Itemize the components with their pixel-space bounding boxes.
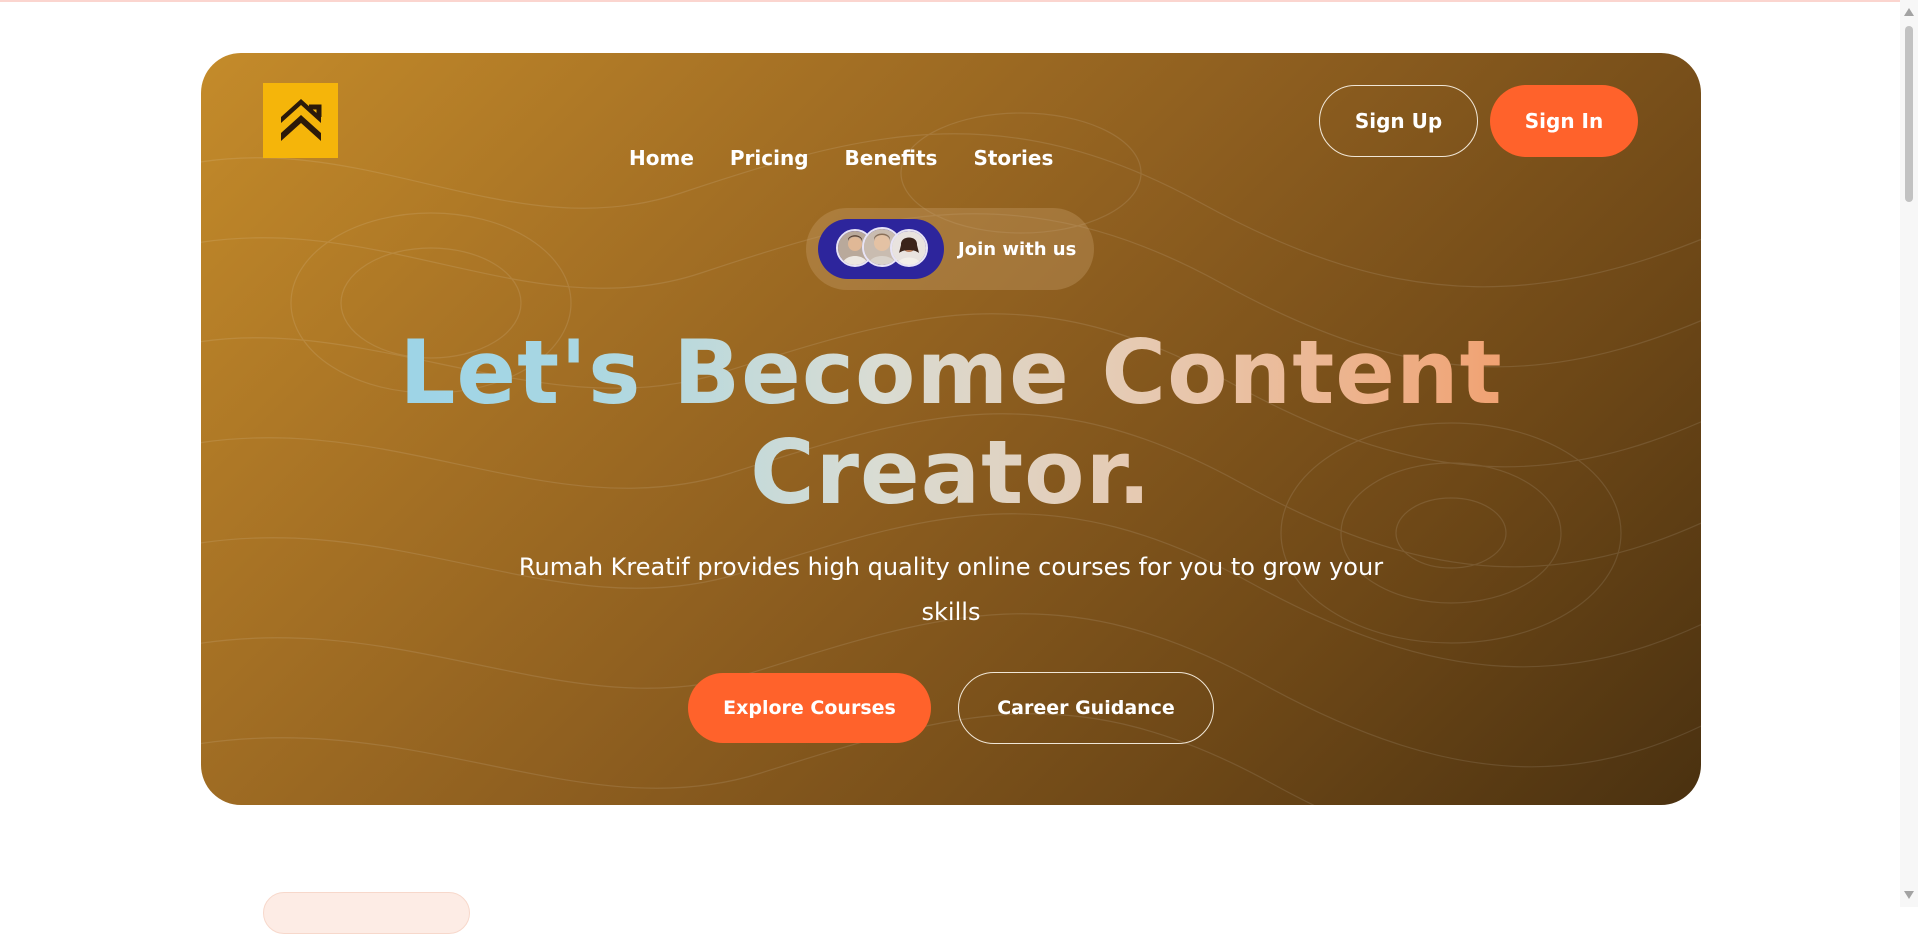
sign-up-button[interactable]: Sign Up xyxy=(1319,85,1478,157)
scroll-up-icon[interactable] xyxy=(1904,8,1914,16)
page-top-border xyxy=(0,0,1900,2)
main-nav: Home Pricing Benefits Stories xyxy=(629,143,1053,173)
hero-section: Home Pricing Benefits Stories Sign Up Si… xyxy=(201,53,1701,805)
nav-item-benefits[interactable]: Benefits xyxy=(845,146,938,170)
join-with-us-label: Join with us xyxy=(958,238,1077,260)
sign-in-button[interactable]: Sign In xyxy=(1490,85,1638,157)
nav-item-pricing[interactable]: Pricing xyxy=(730,146,809,170)
headline-line-1: Let's Become Content xyxy=(399,321,1503,424)
headline-line-2: Creator. xyxy=(750,421,1152,524)
scroll-thumb[interactable] xyxy=(1905,26,1913,202)
scroll-down-icon[interactable] xyxy=(1904,891,1914,899)
next-section-badge xyxy=(263,892,470,934)
avatar xyxy=(890,229,928,267)
career-guidance-button[interactable]: Career Guidance xyxy=(958,672,1214,744)
hero-headline: Let's Become Content Creator. xyxy=(201,323,1701,523)
brand-logo[interactable] xyxy=(263,83,338,158)
join-with-us-badge[interactable]: Join with us xyxy=(806,208,1094,290)
vertical-scrollbar[interactable] xyxy=(1900,0,1918,907)
avatar-group xyxy=(818,219,944,279)
double-chevron-up-logo-icon xyxy=(280,98,321,141)
nav-item-home[interactable]: Home xyxy=(629,146,694,170)
explore-courses-button[interactable]: Explore Courses xyxy=(688,673,931,743)
hero-subtext: Rumah Kreatif provides high quality onli… xyxy=(518,553,1384,626)
nav-item-stories[interactable]: Stories xyxy=(973,146,1053,170)
